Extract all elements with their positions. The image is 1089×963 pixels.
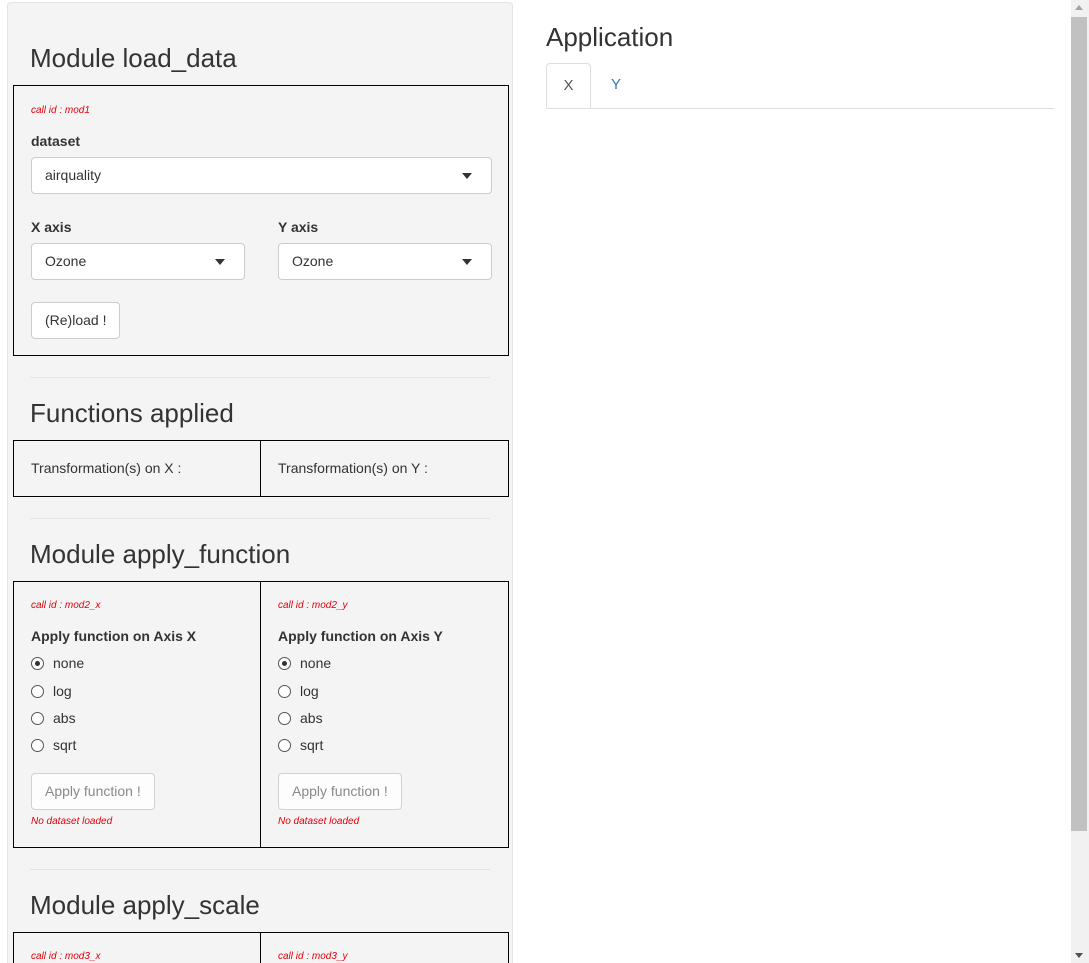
transform-x-text: Transformation(s) on X : — [31, 460, 182, 476]
radio-label: log — [53, 683, 72, 699]
sidebar-panel: Module load_data call id : mod1 dataset … — [7, 2, 513, 963]
call-id-mod3-y: call id : mod3_y — [278, 951, 348, 962]
tab-x[interactable]: X — [546, 63, 591, 108]
divider — [30, 869, 490, 870]
radio-icon[interactable] — [31, 712, 44, 725]
load-data-box: call id : mod1 dataset airquality X axis… — [13, 85, 509, 356]
radio-icon[interactable] — [278, 739, 291, 752]
radio-label: log — [300, 683, 319, 699]
radio-label: abs — [53, 710, 76, 726]
tab-y[interactable]: Y — [602, 63, 630, 107]
radio-icon[interactable] — [278, 712, 291, 725]
apply-scale-title: Module apply_scale — [30, 890, 260, 920]
radio-icon[interactable] — [31, 739, 44, 752]
transform-x-box: Transformation(s) on X : — [13, 440, 261, 497]
apply-function-title: Module apply_function — [30, 539, 291, 569]
call-id-mod3-x: call id : mod3_x — [31, 951, 101, 962]
dataset-label: dataset — [31, 133, 81, 149]
dataset-select[interactable]: airquality — [31, 157, 492, 194]
functions-applied-title: Functions applied — [30, 398, 234, 428]
divider — [30, 518, 490, 519]
apply-scale-x-box: call id : mod3_x — [13, 932, 261, 963]
scrollbar[interactable] — [1071, 0, 1089, 963]
dataset-select-value: airquality — [45, 167, 102, 183]
radio-checked-icon[interactable] — [278, 657, 291, 670]
apply-function-y-label: Apply function on Axis Y — [278, 628, 443, 644]
radio-label: none — [53, 655, 85, 671]
radio-icon[interactable] — [278, 685, 291, 698]
y-axis-select-value: Ozone — [292, 253, 334, 269]
apply-scale-y-box: call id : mod3_y — [260, 932, 509, 963]
apply-function-y-button[interactable]: Apply function ! — [278, 773, 402, 810]
scroll-up-arrow-icon[interactable] — [1075, 5, 1083, 10]
status-text-y: No dataset loaded — [278, 816, 360, 827]
tab-bar: X Y — [546, 63, 1054, 109]
radio-label: abs — [300, 710, 323, 726]
radio-label: sqrt — [53, 737, 77, 753]
apply-function-y-box: call id : mod2_y Apply function on Axis … — [260, 581, 509, 848]
reload-button[interactable]: (Re)load ! — [31, 302, 121, 339]
x-axis-label: X axis — [31, 219, 72, 235]
apply-function-x-label: Apply function on Axis X — [31, 628, 197, 644]
scrollbar-thumb[interactable] — [1071, 17, 1087, 831]
call-id-mod2-y: call id : mod2_y — [278, 600, 348, 611]
radio-checked-icon[interactable] — [31, 657, 44, 670]
apply-function-x-box: call id : mod2_x Apply function on Axis … — [13, 581, 261, 848]
radio-icon[interactable] — [31, 685, 44, 698]
x-axis-select-value: Ozone — [45, 253, 87, 269]
status-text-x: No dataset loaded — [31, 816, 113, 827]
call-id-mod1: call id : mod1 — [31, 105, 90, 116]
radio-label: none — [300, 655, 332, 671]
y-axis-select[interactable]: Ozone — [278, 243, 492, 280]
apply-function-x-button[interactable]: Apply function ! — [31, 773, 155, 810]
page-title: Application — [546, 22, 674, 52]
x-axis-select[interactable]: Ozone — [31, 243, 245, 280]
chevron-down-icon — [462, 259, 472, 265]
divider — [30, 377, 490, 378]
chevron-down-icon — [462, 173, 472, 179]
scroll-down-arrow-icon[interactable] — [1075, 953, 1083, 958]
load-data-title: Module load_data — [30, 43, 237, 73]
call-id-mod2-x: call id : mod2_x — [31, 600, 101, 611]
transform-y-box: Transformation(s) on Y : — [260, 440, 509, 497]
y-axis-label: Y axis — [278, 219, 319, 235]
radio-label: sqrt — [300, 737, 324, 753]
chevron-down-icon — [215, 259, 225, 265]
transform-y-text: Transformation(s) on Y : — [278, 460, 428, 476]
